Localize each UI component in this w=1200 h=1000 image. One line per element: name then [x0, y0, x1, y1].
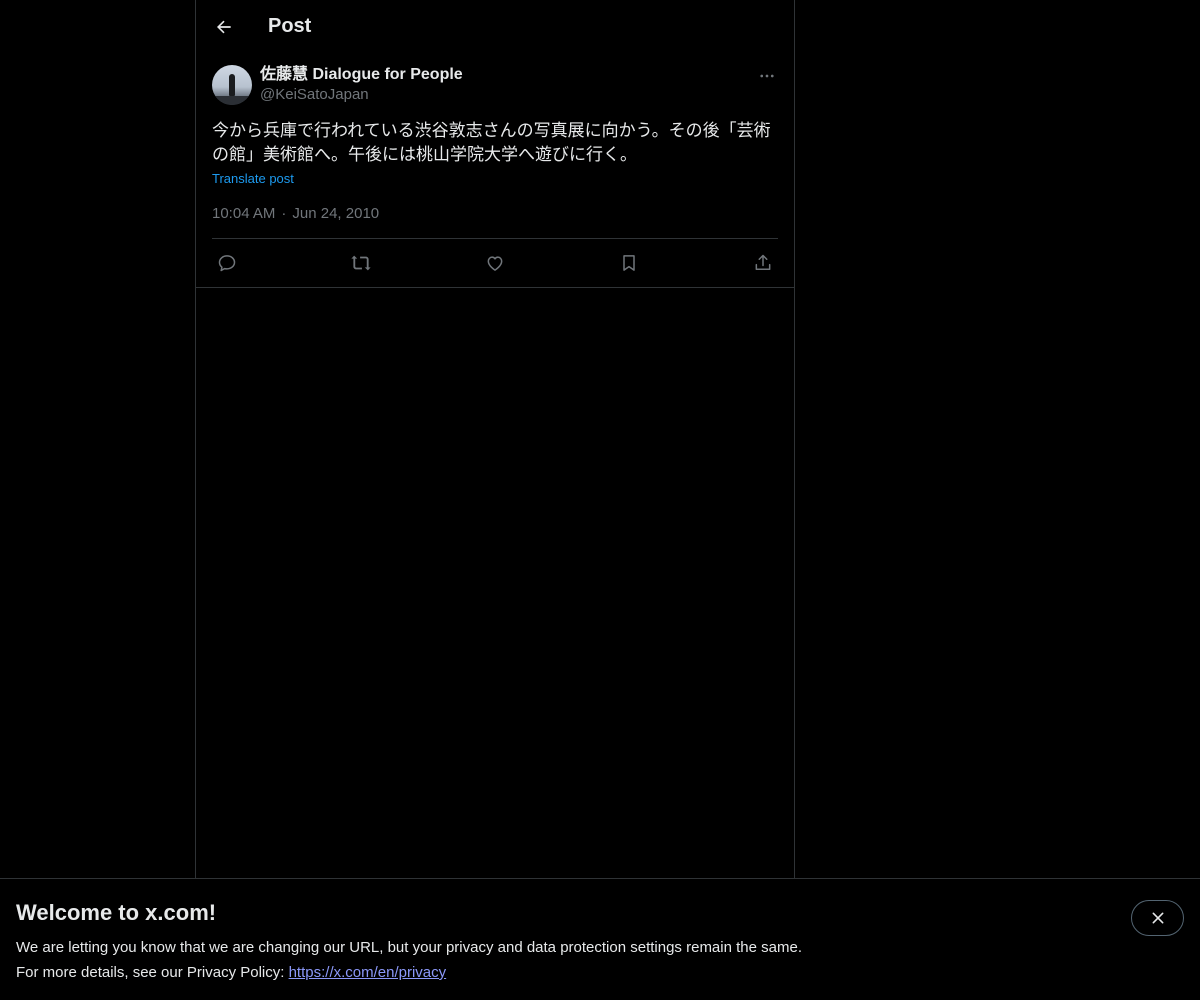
- reply-icon: [218, 255, 236, 272]
- reply-button[interactable]: [216, 252, 238, 274]
- main-column: Post 佐藤慧 Dialogue for People @KeiSatoJap…: [195, 0, 795, 1000]
- post-divider: [196, 287, 794, 288]
- share-icon: [755, 254, 771, 270]
- repost-icon: [351, 255, 371, 271]
- banner-privacy-line: For more details, see our Privacy Policy…: [16, 960, 1184, 985]
- more-icon: [760, 74, 774, 78]
- close-icon: [1152, 912, 1163, 924]
- post: 佐藤慧 Dialogue for People @KeiSatoJapan 今か…: [196, 53, 794, 287]
- bookmark-icon: [623, 255, 635, 271]
- author-row: 佐藤慧 Dialogue for People @KeiSatoJapan: [212, 65, 778, 105]
- avatar[interactable]: [212, 65, 252, 105]
- author-display-name[interactable]: 佐藤慧 Dialogue for People: [260, 65, 463, 84]
- author-names: 佐藤慧 Dialogue for People @KeiSatoJapan: [260, 65, 463, 105]
- post-actions: [212, 239, 778, 287]
- welcome-banner: Welcome to x.com! We are letting you kno…: [0, 878, 1200, 1000]
- post-time[interactable]: 10:04 AM: [212, 205, 275, 222]
- banner-message: We are letting you know that we are chan…: [16, 939, 802, 956]
- like-button[interactable]: [484, 252, 506, 274]
- banner-privacy-prefix: For more details, see our Privacy Policy…: [16, 964, 289, 981]
- privacy-policy-link[interactable]: https://x.com/en/privacy: [289, 964, 447, 981]
- page-header: Post: [196, 0, 794, 53]
- banner-title: Welcome to x.com!: [16, 900, 217, 925]
- close-banner-button[interactable]: [1131, 900, 1184, 936]
- arrow-left-icon: [217, 20, 231, 33]
- share-button[interactable]: [752, 252, 774, 274]
- post-text: 今から兵庫で行われている渋谷敦志さんの写真展に向かう。その後「芸術の館」美術館へ…: [212, 121, 771, 164]
- translate-post-link[interactable]: Translate post: [212, 171, 294, 186]
- author-handle[interactable]: @KeiSatoJapan: [260, 84, 463, 105]
- back-button[interactable]: [212, 15, 236, 39]
- bookmark-button[interactable]: [618, 252, 640, 274]
- post-meta: 10:04 AM · Jun 24, 2010: [212, 205, 778, 239]
- heart-icon: [487, 256, 503, 271]
- post-date[interactable]: Jun 24, 2010: [292, 205, 379, 222]
- repost-button[interactable]: [350, 252, 372, 274]
- meta-separator: ·: [281, 205, 287, 222]
- page-title: Post: [268, 15, 312, 37]
- more-options-button[interactable]: [756, 65, 778, 87]
